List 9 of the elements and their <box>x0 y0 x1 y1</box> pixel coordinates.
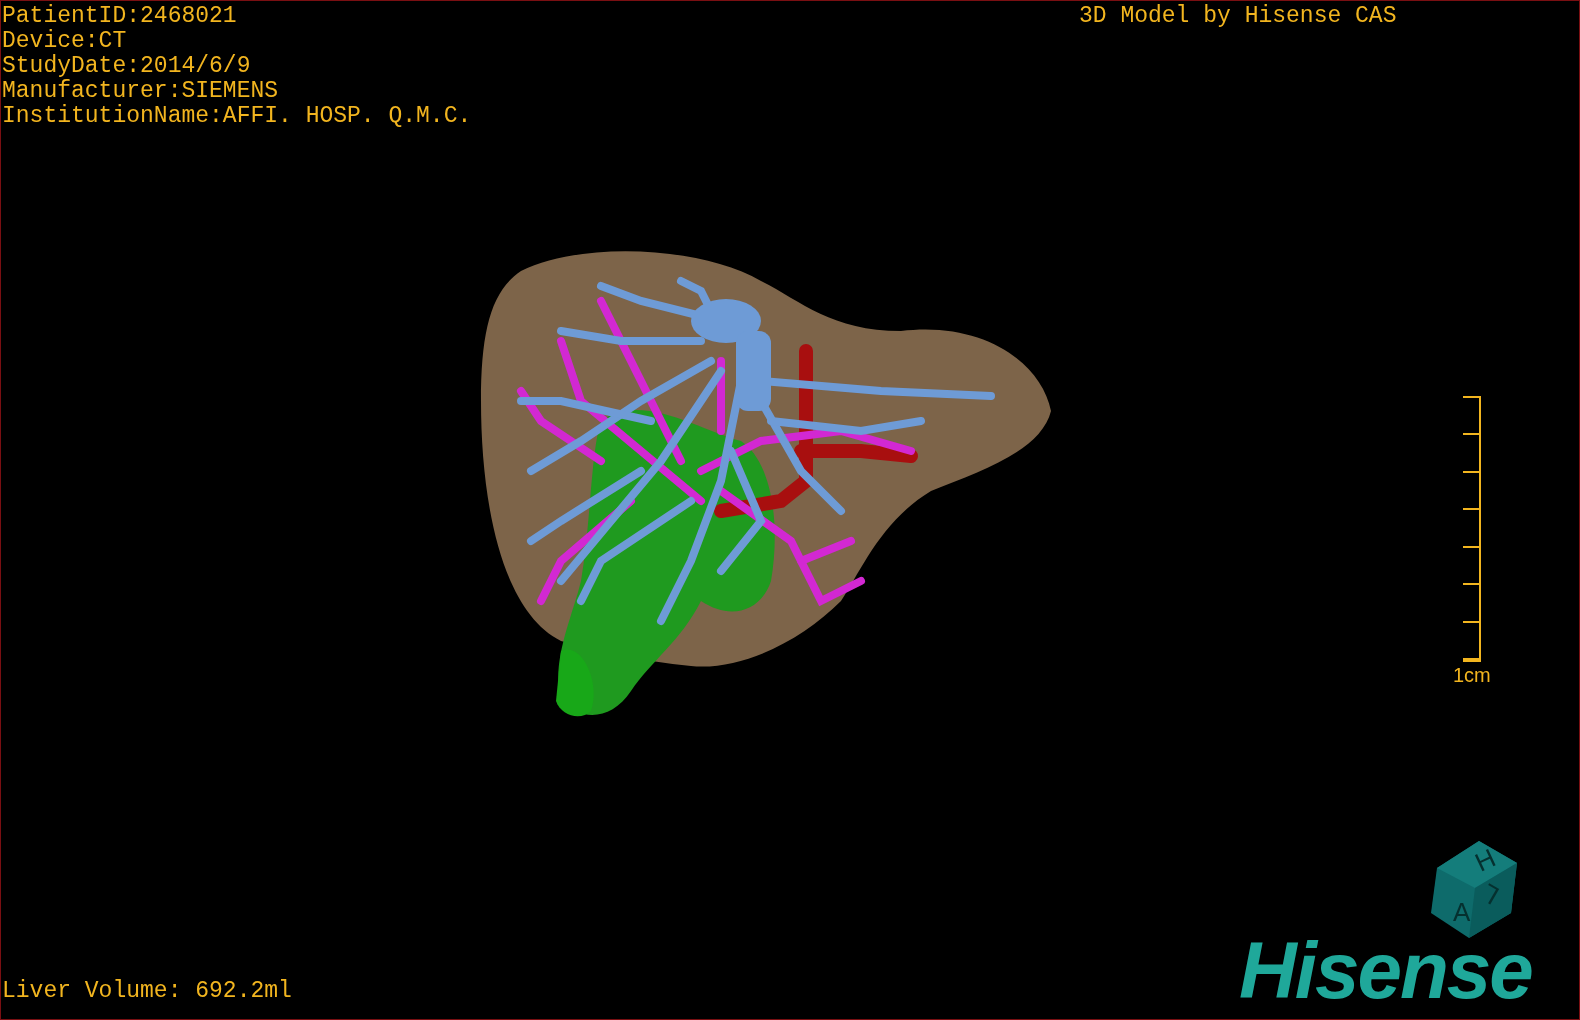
liver-volume-text: Liver Volume: 692.2ml <box>2 979 292 1004</box>
scale-label: 1cm <box>1453 664 1491 687</box>
patient-info-text: PatientID:2468021 <box>2 4 237 29</box>
patient-info-text: StudyDate:2014/6/9 <box>2 54 251 79</box>
patient-info-text: Device:CT <box>2 29 127 54</box>
patient-info-text: Manufacturer:SIEMENS <box>2 79 279 104</box>
model-title: 3D Model by Hisense CAS <box>1079 4 1397 29</box>
brand-logo: Hisense <box>1239 931 1532 1011</box>
patient-info-text: InstitutionName:AFFI. HOSP. Q.M.C. <box>2 104 472 129</box>
